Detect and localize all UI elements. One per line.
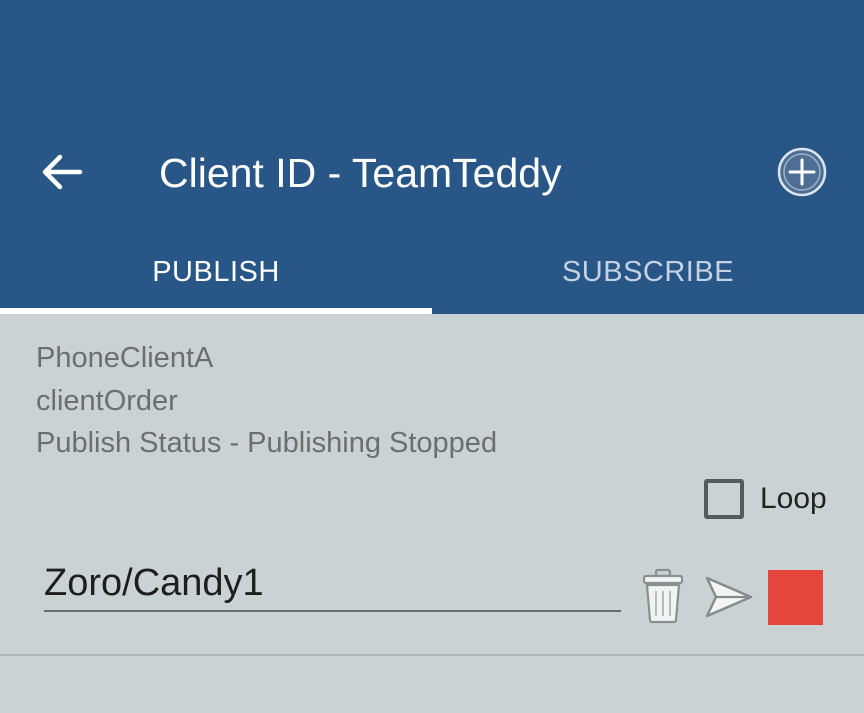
loop-checkbox[interactable] xyxy=(704,479,744,519)
stop-button[interactable] xyxy=(768,570,823,625)
delete-button[interactable] xyxy=(640,568,686,624)
send-button[interactable] xyxy=(704,574,754,620)
app-bar: Client ID - TeamTeddy PUBLISH SUBSCRIBE xyxy=(0,0,864,314)
message-input[interactable] xyxy=(44,556,621,612)
trash-icon xyxy=(642,568,684,624)
topic-name: clientOrder xyxy=(36,385,178,417)
tab-bar: PUBLISH SUBSCRIBE xyxy=(0,240,864,314)
plus-circle-icon xyxy=(777,147,827,197)
loop-label: Loop xyxy=(760,482,827,515)
tab-subscribe-label: SUBSCRIBE xyxy=(561,256,735,288)
tab-selected-indicator xyxy=(0,308,432,314)
tab-subscribe[interactable]: SUBSCRIBE xyxy=(432,240,864,314)
tab-publish[interactable]: PUBLISH xyxy=(0,240,432,314)
page-title: Client ID - TeamTeddy xyxy=(159,150,562,196)
divider xyxy=(0,654,864,656)
tab-publish-label: PUBLISH xyxy=(152,256,280,288)
add-button[interactable] xyxy=(774,144,830,200)
arrow-left-icon xyxy=(42,154,83,190)
back-button[interactable] xyxy=(36,148,88,196)
send-icon xyxy=(705,576,753,618)
client-name: PhoneClientA xyxy=(36,342,214,374)
publish-status: Publish Status - Publishing Stopped xyxy=(36,427,498,459)
